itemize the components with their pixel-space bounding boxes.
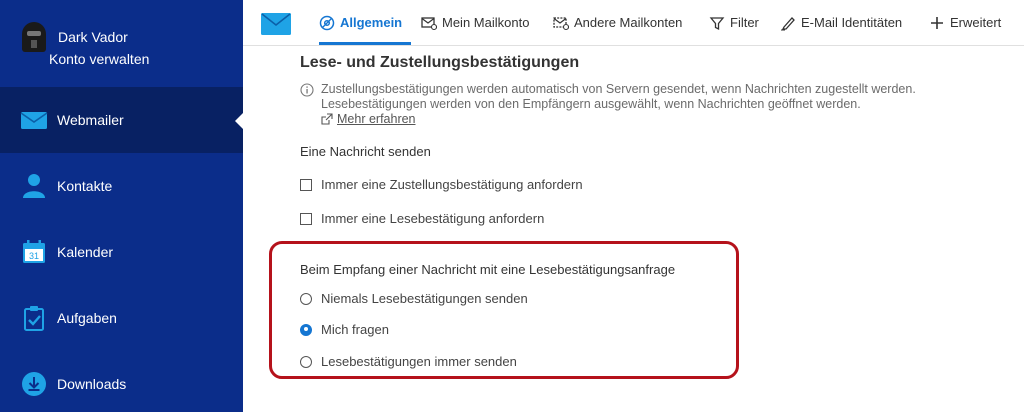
learn-more-label: Mehr erfahren [337,112,416,126]
info-line: Lesebestätigungen werden von den Empfäng… [321,97,861,111]
sidebar-item-kalender[interactable]: 31 Kalender [0,219,243,285]
radio-button-selected[interactable] [300,323,312,336]
clipboard-check-icon [24,306,44,331]
radio-always-send[interactable]: Lesebestätigungen immer senden [300,354,517,369]
envelope-icon [20,112,48,129]
radio-label: Lesebestätigungen immer senden [321,354,517,369]
sidebar-item-label: Aufgaben [57,310,117,326]
general-settings-icon [319,15,335,30]
sidebar-item-label: Kalender [57,244,114,260]
tab-label: E-Mail Identitäten [801,15,903,30]
tab-filter[interactable]: Filter [709,0,759,45]
account-panel[interactable]: Dark Vador Konto verwalten [0,0,243,86]
checkbox-label: Immer eine Zustellungsbestätigung anford… [321,177,583,192]
info-icon [300,83,314,97]
checkbox[interactable] [300,212,312,225]
receive-heading: Beim Empfang einer Nachricht mit eine Le… [300,262,676,277]
radio-button[interactable] [300,355,312,368]
tab-erweitert[interactable]: Erweitert [929,0,1001,45]
signature-pen-icon [781,16,795,30]
tab-allgemein[interactable]: Allgemein [319,0,411,45]
mail-account-icon [421,16,437,30]
tab-andere-mailkonten[interactable]: Andere Mailkonten [553,0,682,45]
download-icon [22,372,46,396]
sidebar-item-kontakte[interactable]: Kontakte [0,153,243,219]
manage-account-link[interactable]: Konto verwalten [49,51,149,67]
plus-icon [931,16,943,29]
info-line: Zustellungsbestätigungen werden automati… [321,82,916,96]
radio-never-send[interactable]: Niemals Lesebestätigungen senden [300,291,528,306]
send-heading: Eine Nachricht senden [300,144,431,159]
other-mail-accounts-icon [553,16,569,30]
checkbox-label: Immer eine Lesebestätigung anfordern [321,211,545,226]
tab-label: Erweitert [950,15,1002,30]
section-title: Lese- und Zustellungsbestätigungen [300,54,580,71]
radio-button[interactable] [300,292,312,305]
active-caret [235,113,243,129]
checkbox-read-receipt[interactable]: Immer eine Lesebestätigung anfordern [300,211,544,226]
tab-label: Allgemein [340,15,403,30]
sidebar-item-webmailer[interactable]: Webmailer [0,87,243,153]
mail-app-icon [261,13,291,35]
checkbox-delivery-receipt[interactable]: Immer eine Zustellungsbestätigung anford… [300,177,583,192]
account-name: Dark Vador [58,29,128,45]
sidebar-item-label: Downloads [57,376,127,392]
tab-label: Mein Mailkonto [442,15,530,30]
radio-label: Mich fragen [321,322,389,337]
person-icon [23,174,45,198]
tab-mein-mailkonto[interactable]: Mein Mailkonto [421,0,529,45]
settings-content: Lese- und Zustellungsbestätigungen Zuste… [300,46,1024,412]
darth-vader-avatar-icon [22,22,46,52]
calendar-icon: 31 [23,240,45,263]
sidebar-item-downloads[interactable]: Downloads [0,351,243,412]
sidebar-item-label: Webmailer [57,112,124,128]
checkbox[interactable] [300,178,312,191]
calendar-icon-day: 31 [29,251,39,261]
radio-ask-me[interactable]: Mich fragen [300,322,389,337]
learn-more-link[interactable]: Mehr erfahren [321,112,416,126]
radio-label: Niemals Lesebestätigungen senden [321,291,528,306]
settings-tabbar: Allgemein Mein Mailkonto Andere Mailkont… [243,0,1024,46]
sidebar-item-label: Kontakte [57,178,113,194]
sidebar: Dark Vador Konto verwalten Webmailer Kon… [0,0,243,412]
info-description: Zustellungsbestätigungen werden automati… [321,82,1011,112]
external-link-icon [321,113,333,125]
filter-icon [709,16,725,30]
sidebar-item-aufgaben[interactable]: Aufgaben [0,285,243,351]
tab-label: Andere Mailkonten [574,15,683,30]
tab-label: Filter [730,15,759,30]
tab-email-identitaeten[interactable]: E-Mail Identitäten [780,0,902,45]
